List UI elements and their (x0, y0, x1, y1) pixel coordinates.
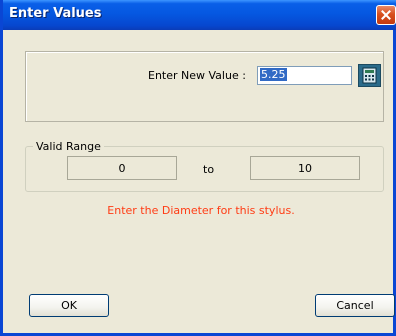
range-min-value: 0 (118, 161, 126, 175)
calculator-button[interactable] (358, 64, 381, 87)
new-value-input[interactable]: 5.25 (257, 66, 352, 85)
input-panel (25, 51, 384, 122)
window-title: Enter Values (9, 6, 102, 21)
new-value-text: 5.25 (260, 68, 287, 81)
range-to-label: to (203, 163, 215, 176)
dialog-window: Enter Values Enter New Value : 5.25 Vali… (0, 0, 396, 336)
ok-button-label: OK (61, 299, 77, 312)
hint-text: Enter the Diameter for this stylus. (107, 204, 295, 217)
range-max-value: 10 (298, 161, 312, 175)
enter-value-label: Enter New Value : (148, 69, 246, 82)
range-max-field: 10 (250, 156, 360, 180)
ok-button[interactable]: OK (29, 294, 109, 317)
calculator-icon (362, 67, 377, 84)
title-bar[interactable]: Enter Values (3, 0, 396, 30)
cancel-button-label: Cancel (336, 299, 374, 312)
close-icon[interactable] (376, 5, 396, 25)
cancel-button[interactable]: Cancel (315, 294, 395, 317)
range-min-field: 0 (67, 156, 177, 180)
valid-range-label: Valid Range (33, 140, 104, 153)
